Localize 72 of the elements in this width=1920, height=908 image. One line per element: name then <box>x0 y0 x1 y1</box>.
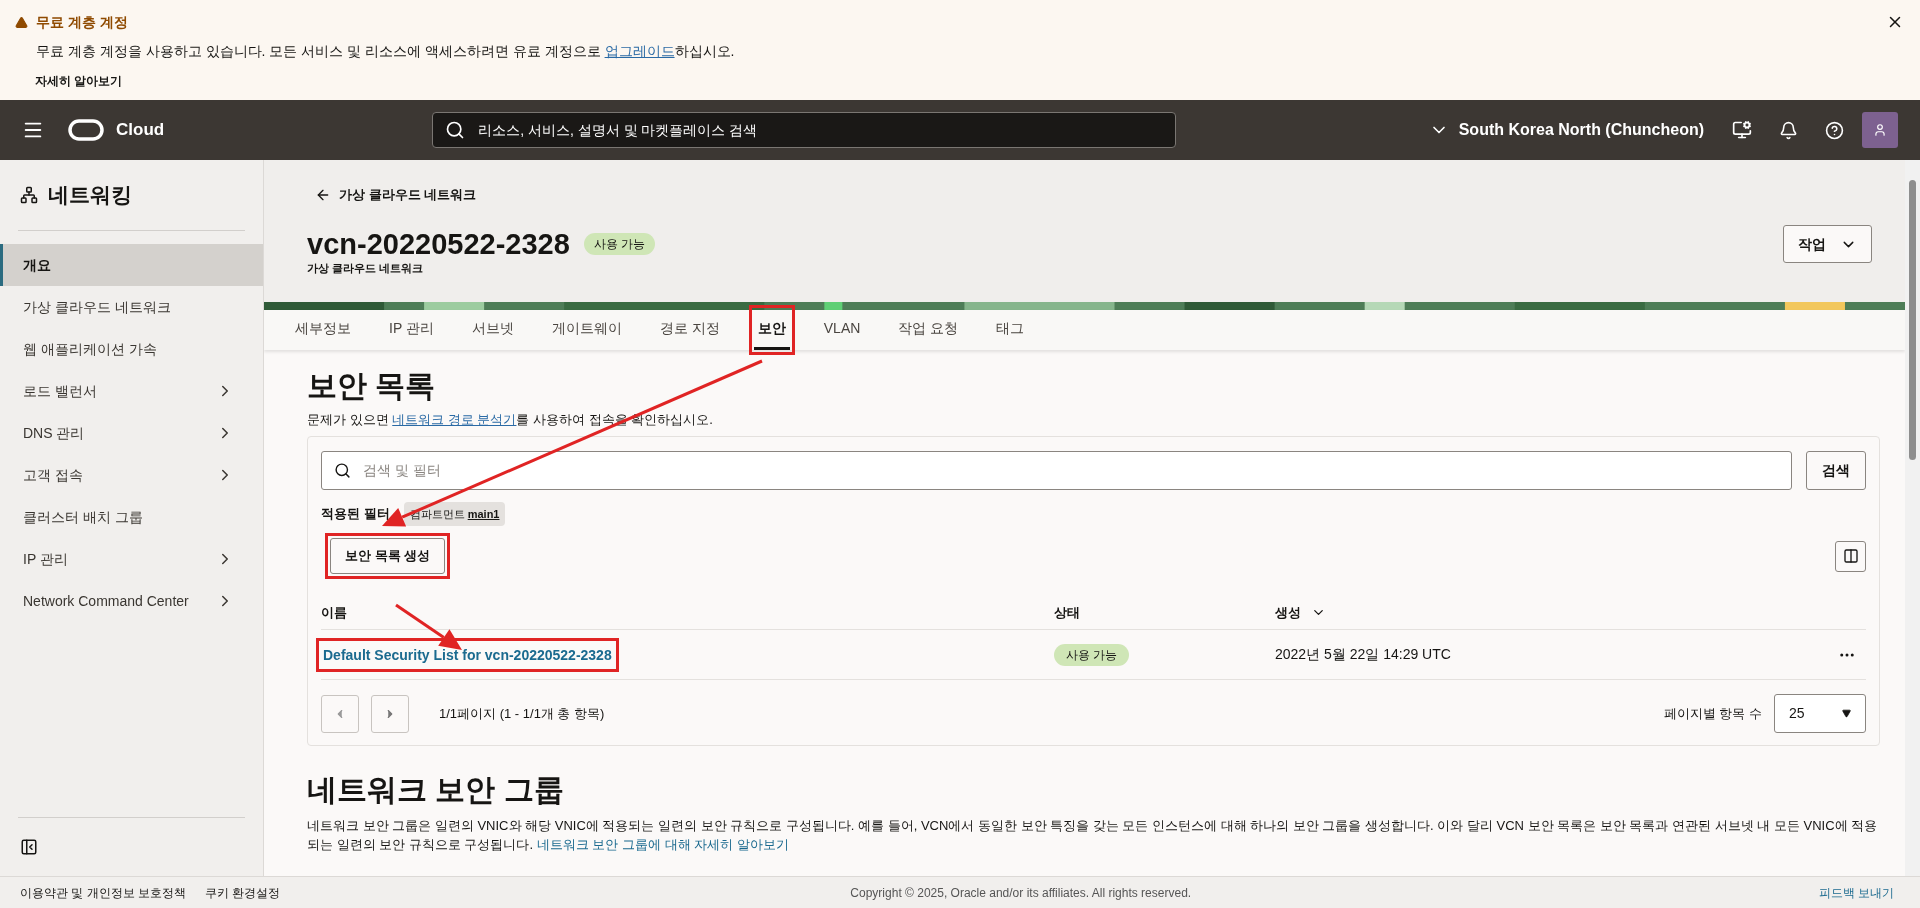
sidebar-item[interactable]: Network Command Center <box>0 580 263 622</box>
path-analyzer-link[interactable]: 네트워크 경로 분석기 <box>392 412 517 427</box>
pagination-summary: 1/1페이지 (1 - 1/1개 총 항목) <box>439 704 605 723</box>
section-heading: 보안 목록 <box>307 368 437 404</box>
avatar[interactable] <box>1862 112 1898 148</box>
column-header[interactable]: 이름 <box>321 602 347 623</box>
section-heading: 네트워크 보안 그룹 <box>307 772 565 808</box>
collapse-sidebar-icon[interactable] <box>20 838 38 856</box>
learn-more-link[interactable]: 자세히 알아보기 <box>35 72 1905 90</box>
brand-name[interactable]: Cloud <box>116 117 165 143</box>
notification-icon[interactable] <box>1779 120 1798 140</box>
warning-icon <box>15 16 28 29</box>
tab[interactable]: 서브넷 <box>467 310 518 350</box>
status-badge: 사용 가능 <box>583 233 656 256</box>
annotation-arrow <box>395 603 462 650</box>
search-icon <box>334 461 351 479</box>
tab[interactable]: IP 관리 <box>385 310 438 350</box>
user-icon <box>1873 123 1887 137</box>
scrollbar[interactable] <box>1905 160 1920 876</box>
sidebar-item[interactable]: IP 관리 <box>0 538 263 580</box>
created-date: 2022년 5월 22일 14:29 UTC <box>1275 645 1451 664</box>
search-icon <box>445 120 466 140</box>
sidebar-item[interactable]: 웹 애플리케이션 가속 <box>0 328 263 370</box>
upgrade-link[interactable]: 업그레이드 <box>604 43 675 59</box>
help-icon[interactable] <box>1825 120 1844 140</box>
section-description: 네트워크 보안 그룹은 일련의 VNIC와 해당 VNIC에 적용되는 일련의 보안 규칙으로 구성됩니다. 예를 들어, VCN에서 동일한 보안 특징을 갖는 모든 인스턴스에 대해 하나의 보안 그룹을 생성합니다. 이와 달리 VCN 보안 목록은 보안 목록과 연관된 서브넷 내 모든 VNIC에 적용되는 일련의 보안 규칙으로 구성됩니다. 네트워크 보안 그룹에 대해 자세히 알아보기 <box>307 817 1879 854</box>
applied-filter-label: 적용된 필터 <box>321 505 390 523</box>
security-list-link[interactable]: Default Security List for vcn-20220522-2328 <box>321 646 614 663</box>
page-title: vcn-20220522-2328 <box>307 226 570 262</box>
search-placeholder: 검색 및 필터 <box>363 460 441 480</box>
dropdown-caret-icon <box>1842 709 1851 718</box>
sidebar-item[interactable]: 개요 <box>0 244 263 286</box>
create-security-list-button[interactable]: 보안 목록 생성 <box>330 538 446 574</box>
sidebar-item[interactable]: 고객 접속 <box>0 454 263 496</box>
search-placeholder: 리소스, 서비스, 설명서 및 마켓플레이스 검색 <box>478 120 758 140</box>
sidebar-item[interactable]: 가상 클라우드 네트워크 <box>0 286 263 328</box>
sidebar-item[interactable]: 로드 밸런서 <box>0 370 263 412</box>
filter-chip[interactable]: 컴파트먼트 main1 <box>403 501 506 526</box>
network-icon <box>20 186 38 204</box>
sidebar-item[interactable]: 클러스터 배치 그룹 <box>0 496 263 538</box>
actions-button[interactable]: 작업 <box>1783 225 1872 264</box>
monitor-icon[interactable] <box>1732 120 1752 140</box>
search-field[interactable]: 리소스, 서비스, 설명서 및 마켓플레이스 검색 <box>432 112 1177 148</box>
status-badge: 사용 가능 <box>1054 643 1130 666</box>
tab[interactable]: 경로 지정 <box>655 310 724 350</box>
per-page-select[interactable]: 25 <box>1774 694 1866 733</box>
tab[interactable]: 게이트웨이 <box>547 310 626 350</box>
logo-icon[interactable] <box>68 119 104 141</box>
tab[interactable]: VLAN <box>819 310 865 350</box>
per-page-label: 페이지별 항목 수 <box>1663 704 1762 723</box>
back-link[interactable]: 가상 클라우드 네트워크 <box>339 185 477 205</box>
column-header[interactable]: 상태 <box>1054 602 1080 623</box>
tab[interactable]: 태그 <box>992 310 1029 350</box>
terms-link[interactable]: 이용약관 및 개인정보 보호정책 <box>20 883 186 902</box>
sidebar-item[interactable]: DNS 관리 <box>0 412 263 454</box>
search-button[interactable]: 검색 <box>1806 450 1866 490</box>
cookie-settings-link[interactable]: 쿠키 환경설정 <box>205 883 281 902</box>
column-settings-button[interactable] <box>1835 540 1866 572</box>
copyright: Copyright © 2025, Oracle and/or its affiliates. All rights reserved. <box>850 884 1192 902</box>
tab[interactable]: 작업 요청 <box>894 310 963 350</box>
column-header[interactable]: 생성 <box>1275 602 1326 623</box>
banner-message: 무료 계층 계정을 사용하고 있습니다. 모든 서비스 및 리소스에 액세스하려면 유료 계정으로 업그레이드하십시오. <box>36 42 736 61</box>
feedback-link[interactable]: 피드백 보내기 <box>1818 883 1894 902</box>
filter-search-field[interactable]: 검색 및 필터 <box>321 450 1792 490</box>
tab[interactable]: 보안 <box>753 310 790 350</box>
columns-icon <box>1842 548 1859 564</box>
page-subtitle: 가상 클라우드 네트워크 <box>307 261 425 276</box>
region-selector[interactable]: South Korea North (Chuncheon) <box>1428 118 1704 142</box>
sidebar-title: 네트워킹 <box>48 182 132 209</box>
nsg-learn-more-link[interactable]: 네트워크 보안 그룹에 대해 자세히 알아보기 <box>536 837 789 852</box>
banner-title: 무료 계층 계정 <box>36 13 128 32</box>
tab[interactable]: 세부정보 <box>291 310 355 350</box>
